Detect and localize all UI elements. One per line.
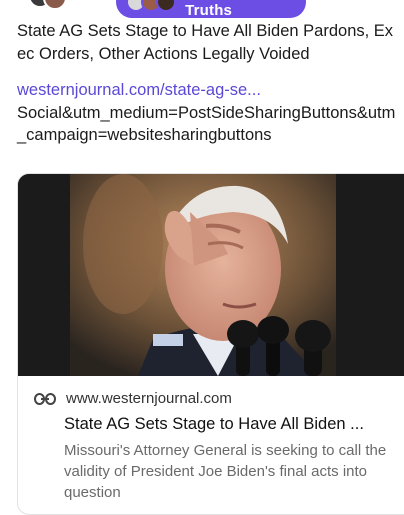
preview-photo xyxy=(18,174,404,376)
new-truths-button[interactable]: 122 New Truths xyxy=(116,0,306,19)
new-truths-label: 122 New Truths xyxy=(185,0,246,19)
link-icon xyxy=(34,392,56,405)
post-text: State AG Sets Stage to Have All Biden Pa… xyxy=(17,22,394,63)
post-link[interactable]: westernjournal.com/state-ag-se... xyxy=(17,79,402,102)
post-body: State AG Sets Stage to Have All Biden Pa… xyxy=(17,20,402,147)
link-preview-card[interactable]: www.westernjournal.com State AG Sets Sta… xyxy=(17,173,404,515)
link-description: Missouri's Attorney General is seeking t… xyxy=(64,442,387,501)
new-truths-avatars xyxy=(126,0,181,12)
link-preview-body: www.westernjournal.com State AG Sets Sta… xyxy=(18,376,404,503)
link-domain-row: www.westernjournal.com xyxy=(34,390,404,407)
link-domain: www.westernjournal.com xyxy=(66,390,232,407)
link-preview-image[interactable] xyxy=(18,174,404,376)
link-title[interactable]: State AG Sets Stage to Have All Biden ..… xyxy=(64,415,404,434)
author-avatar[interactable] xyxy=(30,0,67,10)
post-link-tail: Social&utm_medium=PostSideSharingButtons… xyxy=(17,103,396,145)
avatar-image xyxy=(43,0,67,10)
avatar xyxy=(156,0,176,12)
